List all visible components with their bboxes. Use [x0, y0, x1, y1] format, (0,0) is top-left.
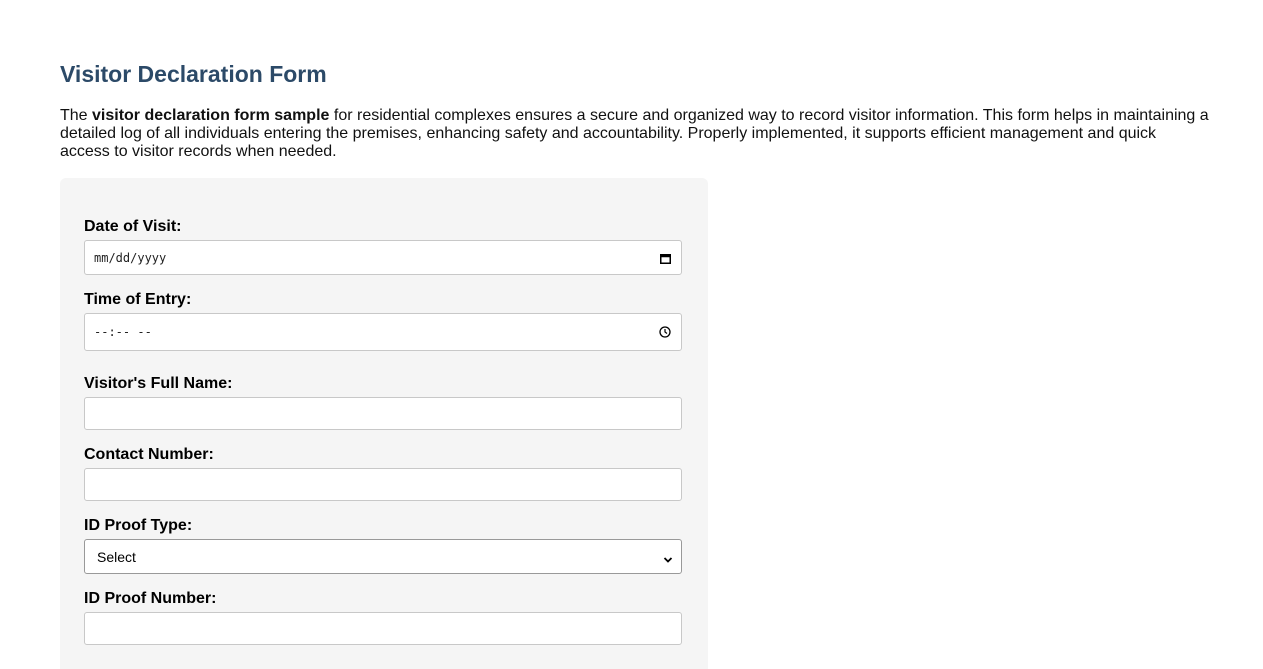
time-of-entry-input[interactable]: --:-- -- — [84, 313, 682, 351]
page-title: Visitor Declaration Form — [60, 61, 327, 87]
id-proof-type-selected: Select — [97, 549, 136, 565]
full-name-label: Visitor's Full Name: — [84, 375, 233, 392]
id-proof-type-select[interactable]: Select — [84, 539, 682, 574]
intro-bold: visitor declaration form sample — [92, 107, 330, 124]
intro-paragraph: The visitor declaration form sample for … — [60, 107, 1210, 161]
calendar-icon[interactable] — [659, 252, 671, 264]
date-placeholder: mm/dd/yyyy — [94, 251, 167, 265]
date-of-visit-input[interactable]: mm/dd/yyyy — [84, 240, 682, 275]
id-proof-type-label: ID Proof Type: — [84, 517, 193, 534]
time-of-entry-label: Time of Entry: — [84, 291, 192, 308]
contact-number-label: Contact Number: — [84, 446, 214, 463]
clock-icon[interactable] — [659, 326, 671, 338]
contact-number-input[interactable] — [84, 468, 682, 501]
time-placeholder: --:-- -- — [94, 325, 152, 339]
page: Visitor Declaration Form The visitor dec… — [0, 0, 1263, 669]
id-proof-number-input[interactable] — [84, 612, 682, 645]
id-proof-number-label: ID Proof Number: — [84, 590, 217, 607]
visitor-form: Date of Visit: mm/dd/yyyy Time of Entry:… — [60, 178, 708, 669]
date-of-visit-label: Date of Visit: — [84, 218, 182, 235]
full-name-input[interactable] — [84, 397, 682, 430]
chevron-down-icon — [663, 552, 673, 563]
intro-prefix: The — [60, 107, 93, 124]
